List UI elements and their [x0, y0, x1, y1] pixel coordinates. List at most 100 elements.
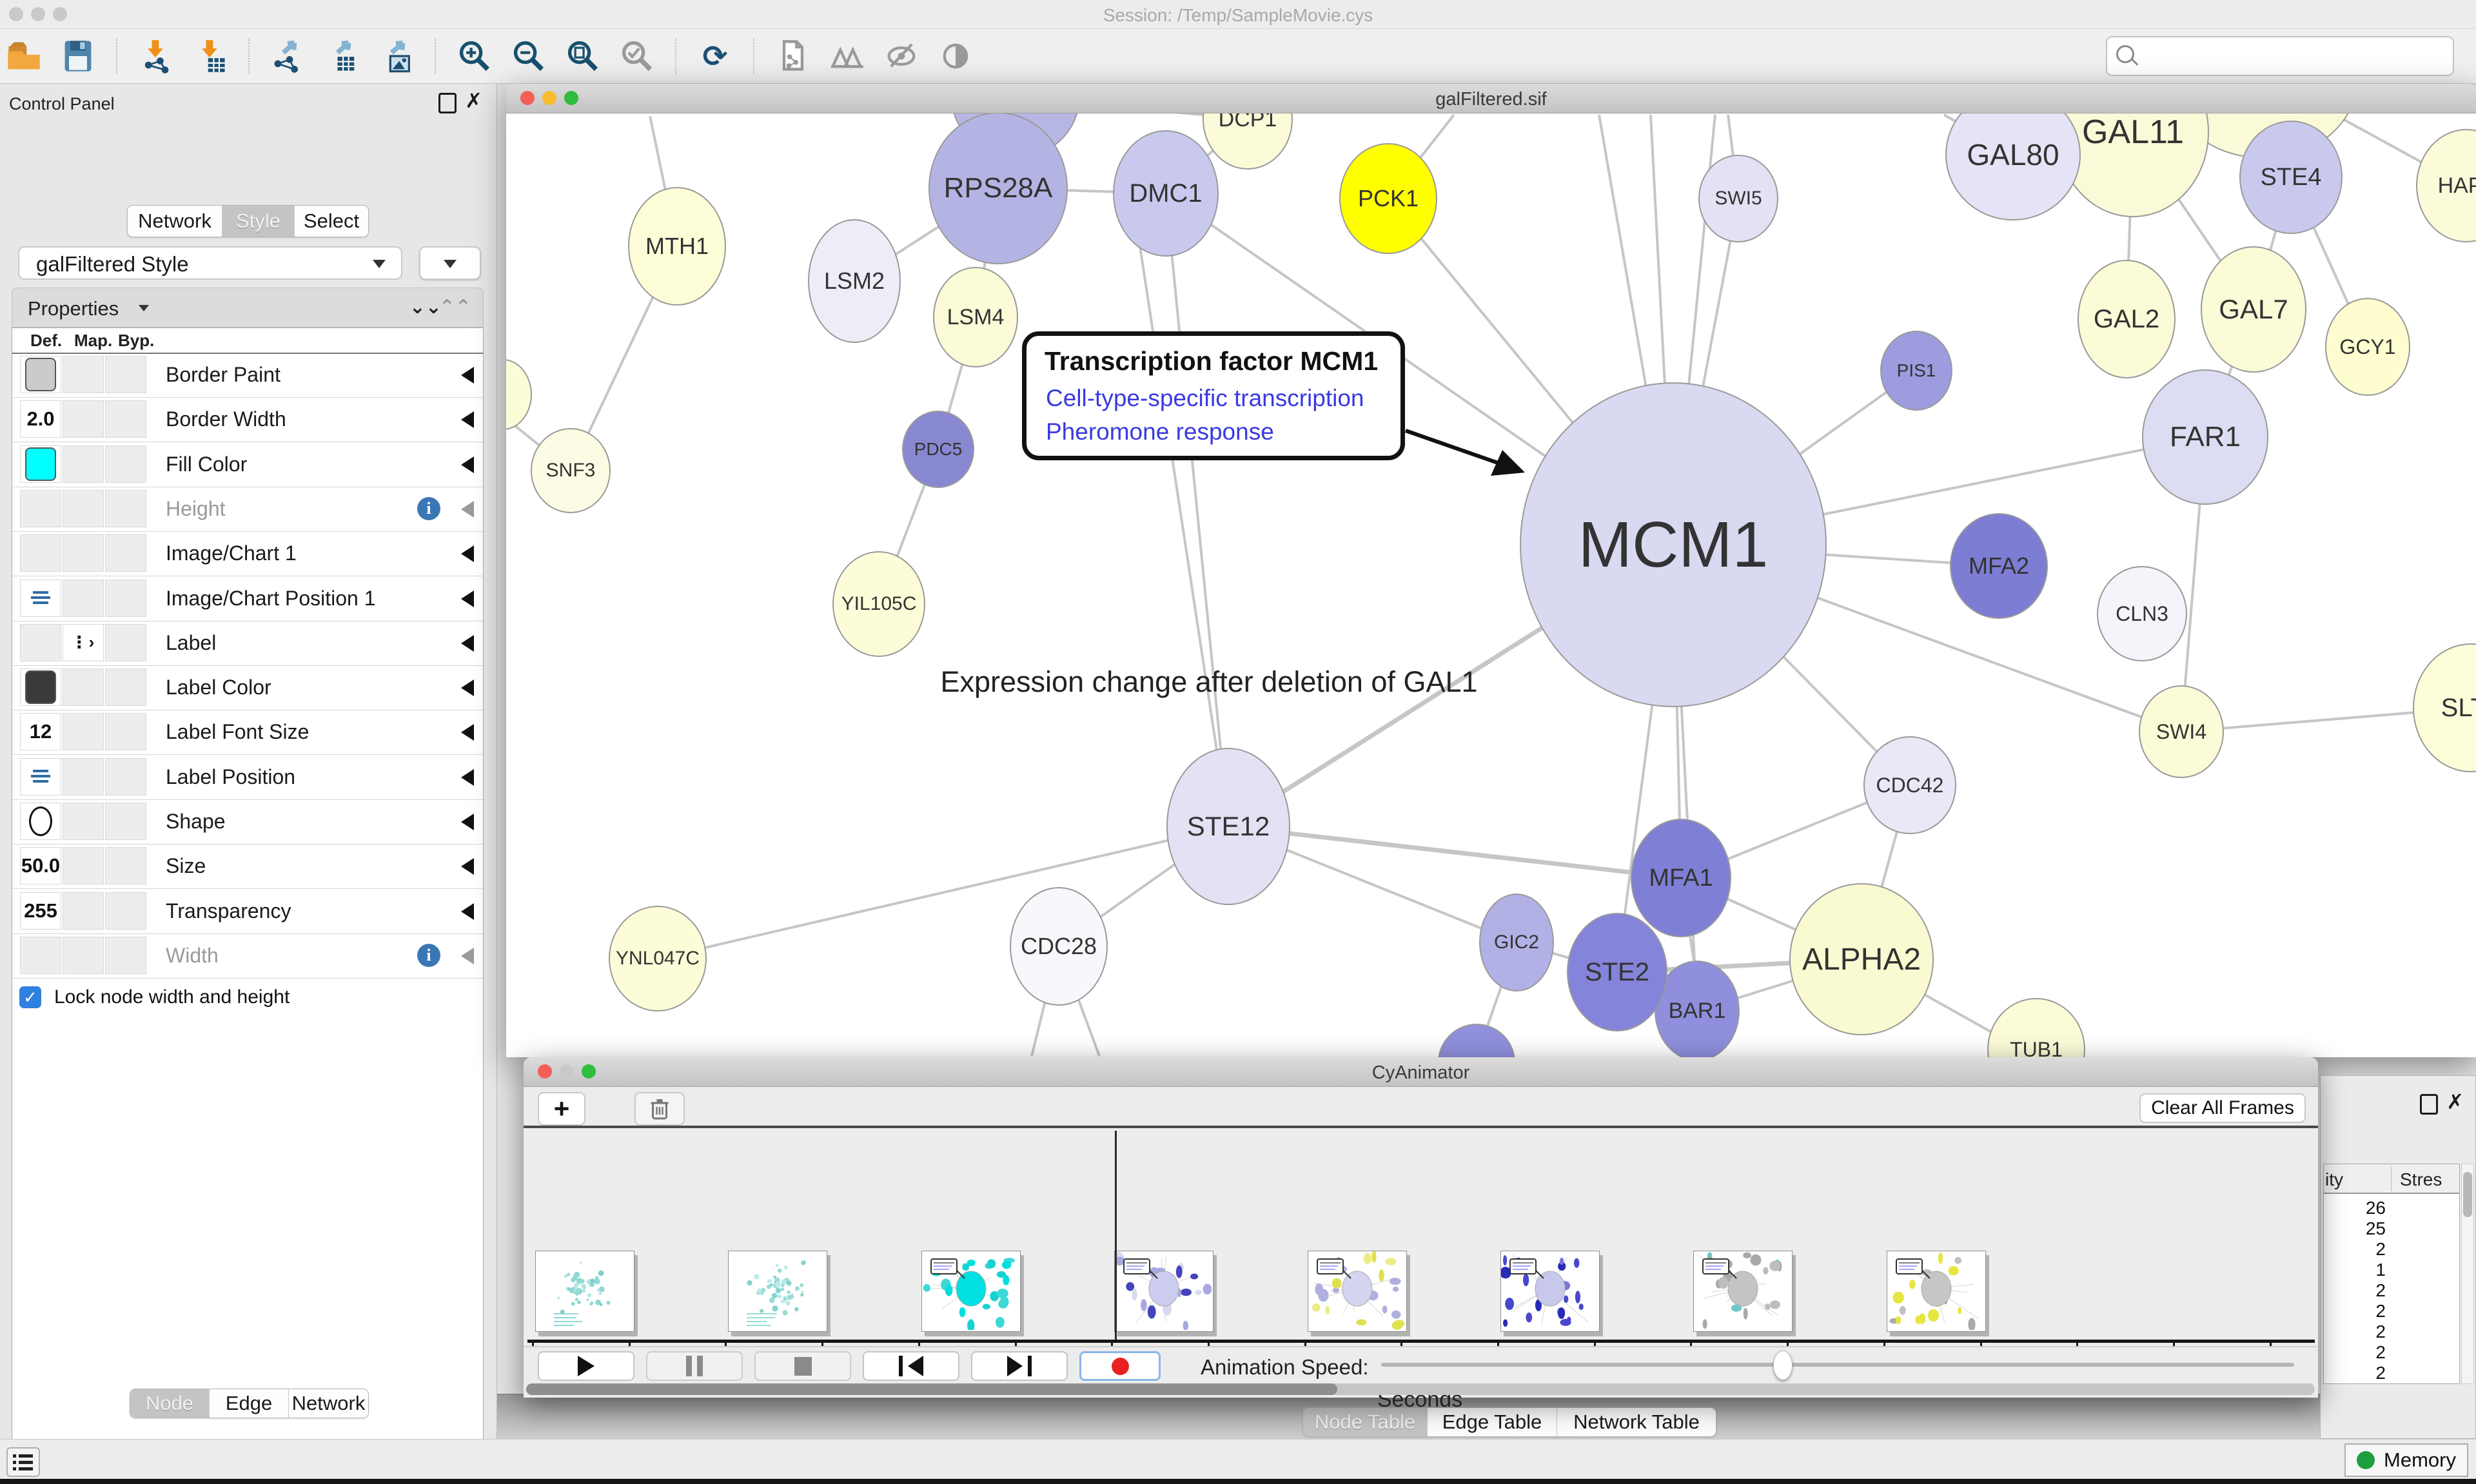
add-frame-button[interactable]: + [538, 1092, 585, 1126]
style-selector[interactable]: galFiltered Style [18, 246, 402, 280]
expand-row-icon[interactable] [461, 411, 474, 428]
property-byp-cell[interactable] [105, 445, 146, 483]
next-frame-button[interactable] [971, 1351, 1068, 1381]
table-cell[interactable]: 2 [2324, 1322, 2386, 1342]
property-row[interactable]: ⋮›Label [12, 621, 483, 666]
pause-button[interactable] [646, 1351, 743, 1381]
property-map-cell[interactable] [63, 669, 104, 706]
animation-frame-3[interactable] [1114, 1251, 1213, 1332]
tab-network-table[interactable]: Network Table [1557, 1408, 1716, 1436]
expand-row-icon[interactable] [461, 635, 474, 652]
zoom-selected-icon[interactable] [617, 36, 657, 76]
close-panel-icon[interactable]: ✗ [465, 90, 482, 111]
expand-row-icon[interactable] [461, 903, 474, 920]
property-def-cell[interactable] [20, 803, 61, 840]
animation-frame-0[interactable] [535, 1251, 634, 1332]
property-map-cell[interactable] [63, 580, 104, 617]
panel-list-button[interactable] [6, 1447, 40, 1477]
clear-all-frames-button[interactable]: Clear All Frames [2139, 1093, 2306, 1123]
property-row[interactable]: 12Label Font Size [12, 710, 483, 755]
expand-row-icon[interactable] [461, 858, 474, 875]
property-map-cell[interactable]: ⋮› [63, 624, 104, 661]
property-byp-cell[interactable] [105, 580, 146, 617]
zoom-fit-icon[interactable] [563, 36, 603, 76]
property-row[interactable]: 2.0Border Width [12, 397, 483, 442]
property-byp-cell[interactable] [105, 892, 146, 930]
property-map-cell[interactable] [63, 490, 104, 527]
tab-style[interactable]: Style [222, 206, 295, 237]
open-session-icon[interactable] [4, 36, 44, 76]
cyanimator-titlebar[interactable]: CyAnimator [524, 1057, 2318, 1087]
annotation-box[interactable]: Transcription factor MCM1 Cell-type-spec… [1022, 331, 1405, 460]
property-row[interactable]: Image/Chart 1 [12, 531, 483, 576]
expand-row-icon[interactable] [461, 591, 474, 607]
property-byp-cell[interactable] [105, 400, 146, 438]
property-map-cell[interactable] [63, 937, 104, 974]
property-def-cell[interactable] [20, 356, 61, 393]
timeline-playhead[interactable] [1115, 1131, 1117, 1340]
float-panel-icon[interactable] [438, 93, 457, 113]
property-def-cell[interactable]: 12 [20, 713, 61, 750]
property-def-cell[interactable]: 255 [20, 892, 61, 930]
table-cell[interactable]: 26 [2324, 1198, 2386, 1218]
animation-speed-slider[interactable] [1381, 1363, 2294, 1367]
refresh-icon[interactable]: ⟳ [695, 36, 735, 76]
annotation-link-1[interactable]: Cell-type-specific transcription [1046, 385, 1364, 412]
close-panel-icon[interactable]: ✗ [2446, 1091, 2464, 1112]
property-byp-cell[interactable] [105, 624, 146, 661]
animation-frame-1[interactable] [728, 1251, 827, 1332]
expand-row-icon[interactable] [461, 367, 474, 384]
float-panel-icon[interactable] [2420, 1094, 2438, 1115]
property-row[interactable]: Shape [12, 799, 483, 845]
property-def-cell[interactable] [20, 534, 61, 572]
save-session-icon[interactable] [58, 36, 98, 76]
property-def-cell[interactable] [20, 490, 61, 527]
animation-frame-5[interactable] [1500, 1251, 1600, 1332]
hide-icon[interactable] [881, 36, 921, 76]
info-icon[interactable]: i [417, 944, 440, 967]
tab-node[interactable]: Node [130, 1389, 210, 1418]
search-input[interactable] [2141, 40, 2446, 70]
property-map-cell[interactable] [63, 758, 104, 796]
tab-edge[interactable]: Edge [210, 1389, 289, 1418]
property-map-cell[interactable] [63, 892, 104, 930]
column-stress[interactable]: Stres [2400, 1169, 2442, 1190]
export-image-icon[interactable] [377, 36, 417, 76]
expand-row-icon[interactable] [461, 679, 474, 696]
property-def-cell[interactable] [20, 580, 61, 617]
animation-frame-4[interactable] [1308, 1251, 1407, 1332]
property-map-cell[interactable] [63, 803, 104, 840]
animation-frame-7[interactable] [1887, 1251, 1986, 1332]
animation-frame-6[interactable] [1693, 1251, 1793, 1332]
expand-row-icon[interactable] [461, 501, 474, 518]
property-byp-cell[interactable] [105, 758, 146, 796]
property-byp-cell[interactable] [105, 847, 146, 884]
scrollbar-thumb[interactable] [2463, 1172, 2472, 1217]
table-cell[interactable]: 1 [2324, 1260, 2386, 1280]
properties-header[interactable]: Properties ⌄⌄ ⌃⌃ [12, 288, 484, 327]
property-byp-cell[interactable] [105, 356, 146, 393]
table-cell[interactable]: 2 [2324, 1239, 2386, 1260]
network-canvas[interactable]: GAL11DCP1RPS28ADMC1PCK1SWI5GAL80STE4HAP2… [506, 113, 2476, 1057]
property-row[interactable]: Border Paint [12, 353, 483, 398]
column-centrality[interactable]: ity [2325, 1169, 2343, 1190]
property-byp-cell[interactable] [105, 713, 146, 750]
expand-row-icon[interactable] [461, 545, 474, 562]
property-map-cell[interactable] [63, 534, 104, 572]
timeline-scrollbar[interactable] [526, 1383, 2315, 1395]
results-scrollbar[interactable] [2461, 1164, 2474, 1384]
lock-size-checkbox[interactable]: ✓ [19, 986, 41, 1008]
property-def-cell[interactable] [20, 758, 61, 796]
tab-select[interactable]: Select [295, 206, 368, 237]
property-def-cell[interactable] [20, 445, 61, 483]
export-network-icon[interactable] [268, 36, 308, 76]
export-table-icon[interactable] [322, 36, 362, 76]
prev-frame-button[interactable] [863, 1351, 959, 1381]
property-row[interactable]: Label Color [12, 665, 483, 710]
property-byp-cell[interactable] [105, 534, 146, 572]
expand-row-icon[interactable] [461, 769, 474, 786]
property-map-cell[interactable] [63, 713, 104, 750]
property-def-cell[interactable] [20, 669, 61, 706]
clone-network-icon[interactable] [773, 36, 813, 76]
property-row[interactable]: 255Transparency [12, 889, 483, 934]
